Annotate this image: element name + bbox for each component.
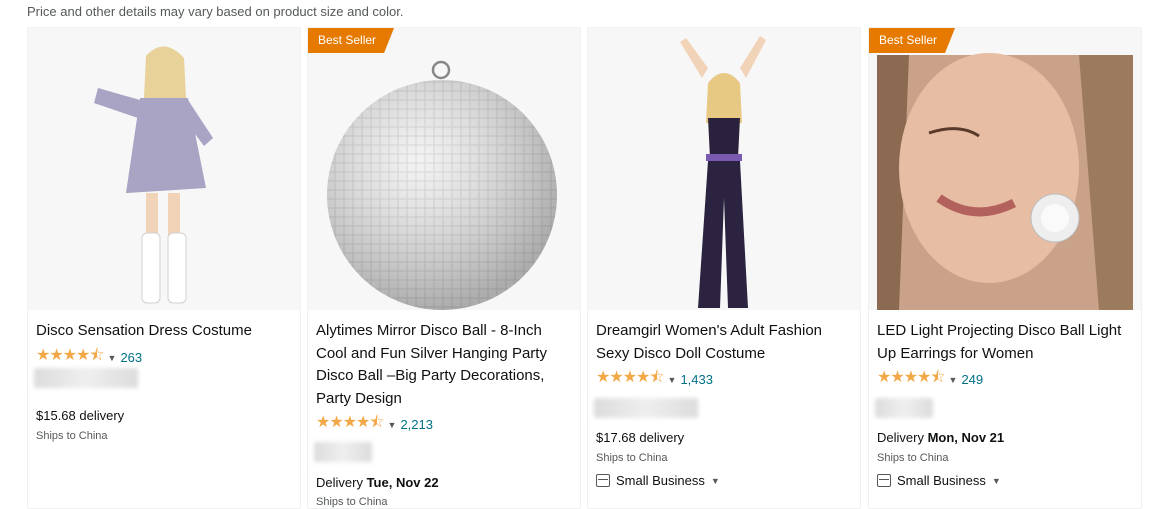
small-business-badge[interactable]: Small Business ▼: [877, 473, 1001, 488]
star-icon: ★★★★⯪: [877, 369, 946, 386]
star-icon: ★★★★⯪: [316, 414, 385, 431]
best-seller-badge: Best Seller: [308, 28, 394, 53]
rating-count[interactable]: 263: [120, 350, 142, 365]
delivery-text: Delivery Mon, Nov 21: [877, 430, 1005, 445]
product-title[interactable]: Disco Sensation Dress Costume: [36, 320, 286, 343]
product-image[interactable]: [588, 28, 860, 310]
product-card[interactable]: Best Seller Alytimes Mirror Disco Ball -…: [307, 27, 581, 509]
product-image[interactable]: [308, 28, 580, 310]
small-business-icon: [877, 474, 891, 487]
chevron-down-icon[interactable]: ▼: [949, 375, 958, 385]
rating-count[interactable]: 2,213: [400, 417, 433, 432]
delivery-text: Delivery Tue, Nov 22: [316, 475, 439, 490]
price-blurred: [34, 368, 138, 388]
product-title[interactable]: Dreamgirl Women's Adult Fashion Sexy Dis…: [596, 320, 846, 365]
small-business-badge[interactable]: Small Business ▼: [596, 473, 720, 488]
star-icon: ★★★★⯪: [596, 369, 665, 386]
product-card[interactable]: Dreamgirl Women's Adult Fashion Sexy Dis…: [587, 27, 861, 509]
product-rating[interactable]: ★★★★⯪ ▼ 249: [877, 366, 983, 393]
star-icon: ★★★★⯪: [36, 347, 105, 364]
product-title[interactable]: LED Light Projecting Disco Ball Light Up…: [877, 320, 1127, 365]
product-card[interactable]: Best Seller LED Light Projecting Disco B…: [868, 27, 1142, 509]
chevron-down-icon[interactable]: ▼: [668, 375, 677, 385]
price-blurred: [594, 398, 698, 418]
delivery-text: $17.68 delivery: [596, 430, 685, 445]
ships-to-text: Ships to China: [316, 496, 388, 508]
price-blurred: [314, 442, 372, 462]
best-seller-badge: Best Seller: [869, 28, 955, 53]
delivery-text: $15.68 delivery: [36, 408, 125, 423]
price-notice: Price and other details may vary based o…: [27, 4, 404, 19]
rating-count[interactable]: 1,433: [680, 372, 713, 387]
product-grid: Disco Sensation Dress Costume ★★★★⯪ ▼ 26…: [27, 27, 1142, 509]
rating-count[interactable]: 249: [961, 372, 983, 387]
chevron-down-icon[interactable]: ▼: [388, 420, 397, 430]
product-image[interactable]: [869, 28, 1141, 310]
product-rating[interactable]: ★★★★⯪ ▼ 1,433: [596, 366, 713, 393]
product-rating[interactable]: ★★★★⯪ ▼ 2,213: [316, 411, 433, 438]
product-image[interactable]: [28, 28, 300, 310]
price-blurred: [875, 398, 933, 418]
ships-to-text: Ships to China: [596, 452, 668, 464]
small-business-icon: [596, 474, 610, 487]
chevron-down-icon[interactable]: ▼: [992, 476, 1001, 486]
ships-to-text: Ships to China: [877, 452, 949, 464]
product-card[interactable]: Disco Sensation Dress Costume ★★★★⯪ ▼ 26…: [27, 27, 301, 509]
ships-to-text: Ships to China: [36, 430, 108, 442]
chevron-down-icon[interactable]: ▼: [108, 353, 117, 363]
product-title[interactable]: Alytimes Mirror Disco Ball - 8-Inch Cool…: [316, 320, 566, 410]
product-rating[interactable]: ★★★★⯪ ▼ 263: [36, 344, 142, 371]
chevron-down-icon[interactable]: ▼: [711, 476, 720, 486]
